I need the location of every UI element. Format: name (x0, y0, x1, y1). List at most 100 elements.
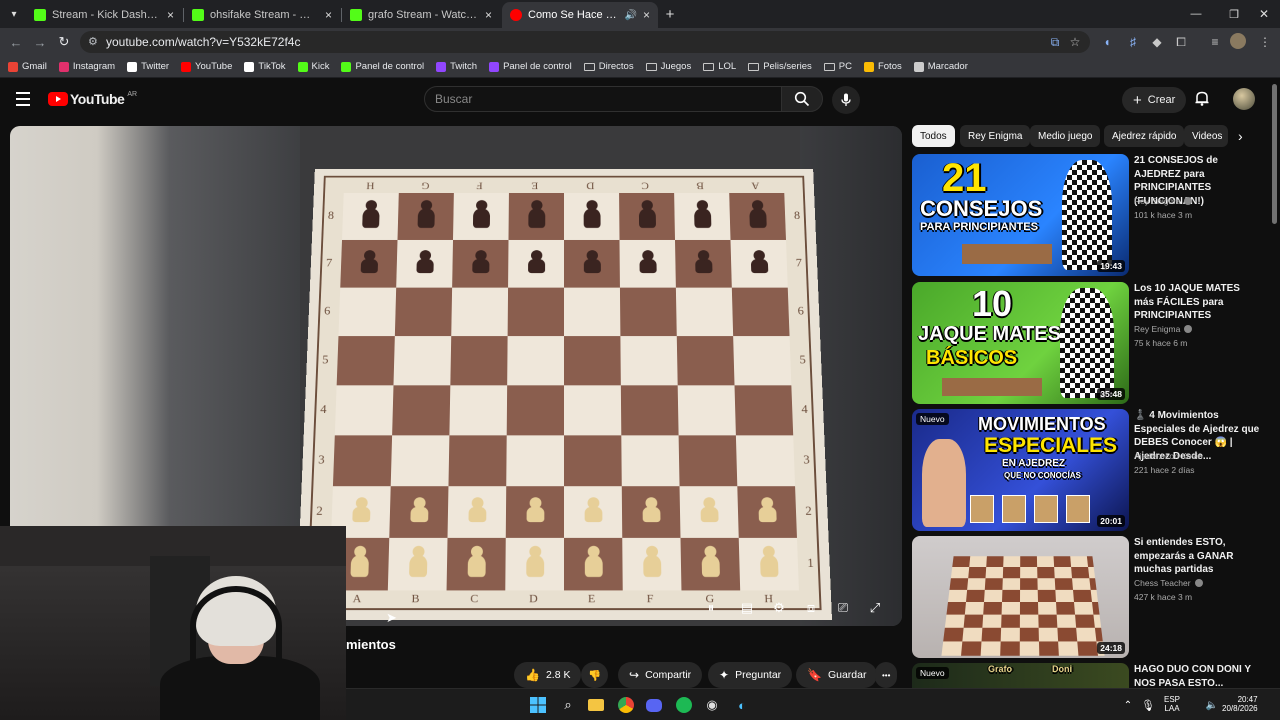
like-button[interactable]: 👍 2.8 K (514, 662, 582, 688)
pause-icon[interactable]: ⏸ (700, 600, 722, 616)
tab-search-icon[interactable]: ▾ (4, 4, 24, 24)
app-icon[interactable]: ◐ (732, 695, 752, 715)
more-actions-button[interactable]: ••• (875, 662, 898, 688)
new-tab-button[interactable]: + (660, 4, 680, 24)
chip-ajedrez-rapido[interactable]: Ajedrez rápido (1104, 125, 1185, 147)
subtitles-icon[interactable]: ▤ (736, 600, 758, 616)
more-menu-icon[interactable]: ⋮ (1256, 33, 1274, 51)
recommendation-item[interactable]: MOVIMIENTOS ESPECIALES EN AJEDREZ QUE NO… (912, 409, 1262, 531)
bookmark-star-icon[interactable]: ☆ (1066, 33, 1084, 51)
extension-voice-icon[interactable]: ◖ (1098, 33, 1116, 51)
extensions-puzzle-icon[interactable]: ⧠ (1172, 33, 1190, 51)
user-avatar[interactable] (1233, 88, 1255, 110)
forward-arrow-icon[interactable]: → (30, 32, 50, 52)
browser-tab-active-youtube[interactable]: Como Se Hace El Jaque Mate 🔊 × (502, 2, 658, 28)
save-button[interactable]: 🔖 Guardar (796, 662, 878, 688)
address-bar[interactable]: ⚙ youtube.com/watch?v=Y532kE72f4c (80, 31, 1090, 53)
chip-medio-juego[interactable]: Medio juego (1030, 125, 1101, 147)
recommendation-title[interactable]: Si entiendes ESTO, empezarás a GANAR muc… (1134, 536, 1262, 577)
browser-tab-kick-dashboard[interactable]: Stream - Kick Dashboard × (26, 2, 182, 28)
close-tab-icon[interactable]: × (167, 8, 174, 22)
keyboard-language[interactable]: ESP LAA (1164, 695, 1180, 713)
channel-name[interactable]: Ajedrez con Kevin (1134, 451, 1203, 461)
miniplayer-icon[interactable]: ⧈ (800, 600, 822, 616)
video-thumbnail[interactable]: 10 JAQUE MATES BÁSICOS 35:48 (912, 282, 1129, 404)
browser-tab-ohsifake[interactable]: ohsifake Stream - Watch Live on Kick × (184, 2, 340, 28)
channel-name[interactable]: Rey Enigma (1134, 324, 1193, 334)
spotify-icon[interactable] (674, 695, 694, 715)
cast-icon[interactable]: ⎚ (832, 600, 854, 616)
video-thumbnail[interactable]: 21 CONSEJOS PARA PRINCIPIANTES 19:43 (912, 154, 1129, 276)
chip-todos[interactable]: Todos (912, 125, 955, 147)
bookmark-item[interactable]: Twitch (436, 61, 477, 72)
bookmark-item[interactable]: Gmail (8, 61, 47, 72)
bookmark-item[interactable]: Marcador (913, 61, 968, 72)
recommendation-item[interactable]: 24:18 Si entiendes ESTO, empezarás a GAN… (912, 536, 1262, 658)
tray-chevron-icon[interactable]: ⌃ (1118, 695, 1138, 715)
browser-tab-grafo[interactable]: grafo Stream - Watch Live on Kick × (342, 2, 500, 28)
reload-icon[interactable]: ↻ (54, 32, 74, 52)
discord-icon[interactable] (644, 695, 664, 715)
bookmark-item[interactable]: Fotos (863, 61, 902, 72)
channel-name[interactable]: Rey Enigma (1134, 196, 1193, 206)
chrome-icon[interactable] (616, 695, 636, 715)
file-explorer-icon[interactable] (586, 695, 606, 715)
youtube-logo[interactable]: YouTube AR (48, 91, 137, 107)
microphone-tray-icon[interactable]: 🎙 (1138, 695, 1158, 715)
bookmark-item[interactable]: Panel de control (341, 61, 424, 72)
extension-translate-icon[interactable]: ♯ (1124, 33, 1142, 51)
recommendation-item[interactable]: 10 JAQUE MATES BÁSICOS 35:48 Los 10 JAQU… (912, 282, 1262, 404)
create-button[interactable]: + Crear (1122, 87, 1187, 113)
maximize-window-icon[interactable]: ❐ (1224, 4, 1244, 24)
bookmark-item[interactable]: Pelis/series (748, 61, 812, 72)
bookmark-item[interactable]: PC (823, 61, 852, 72)
bookmark-item[interactable]: Panel de control (489, 61, 572, 72)
page-scrollbar[interactable] (1272, 84, 1277, 224)
close-tab-icon[interactable]: × (325, 8, 332, 22)
share-button[interactable]: ↪ Compartir (618, 662, 703, 688)
dislike-button[interactable]: 👎 (581, 662, 609, 688)
windows-start-icon[interactable] (528, 695, 548, 715)
minimize-window-icon[interactable]: — (1186, 4, 1206, 24)
voice-search-button[interactable] (832, 86, 860, 114)
notifications-bell-icon[interactable] (1195, 90, 1209, 109)
bookmark-item[interactable]: TikTok (244, 61, 286, 72)
fullscreen-icon[interactable]: ⤢ (864, 600, 886, 616)
hamburger-menu-icon[interactable] (16, 92, 32, 106)
settings-gear-icon[interactable]: ⚙ (768, 600, 790, 616)
recommendation-title[interactable]: Los 10 JAQUE MATES más FÁCILES para PRIN… (1134, 282, 1262, 323)
channel-name[interactable]: Chess Teacher (1134, 578, 1203, 588)
video-thumbnail[interactable]: Nuevo Grafo Doni (912, 663, 1129, 688)
ask-button[interactable]: ✦ Preguntar (708, 662, 793, 688)
close-window-icon[interactable]: ✕ (1254, 4, 1274, 24)
recommendation-item[interactable]: 21 CONSEJOS PARA PRINCIPIANTES 19:43 21 … (912, 154, 1262, 276)
bookmark-item[interactable]: Juegos (645, 61, 691, 72)
close-tab-icon[interactable]: × (485, 8, 492, 22)
chips-next-chevron-icon[interactable]: › (1238, 128, 1243, 144)
bookmark-item[interactable]: YouTube (181, 61, 232, 72)
translate-icon[interactable]: ⧉ (1046, 33, 1064, 51)
recommendation-title[interactable]: HAGO DUO CON DONI Y NOS PASA ESTO... (1134, 663, 1262, 688)
bookmark-item[interactable]: Kick (297, 61, 329, 72)
back-arrow-icon[interactable]: ← (6, 32, 26, 52)
chip-rey-enigma[interactable]: Rey Enigma (960, 125, 1031, 147)
search-button[interactable] (781, 86, 823, 112)
obs-icon[interactable]: ◉ (702, 695, 722, 715)
close-tab-icon[interactable]: × (643, 8, 650, 22)
bookmark-item[interactable]: Instagram (58, 61, 115, 72)
extension-diamond-icon[interactable]: ◆ (1148, 33, 1166, 51)
speaker-icon[interactable]: 🔊 (625, 10, 637, 21)
site-info-icon[interactable]: ⚙ (88, 35, 98, 48)
search-input[interactable]: Buscar (424, 86, 782, 112)
reading-list-icon[interactable]: ≡ (1206, 33, 1224, 51)
bookmark-item[interactable]: LOL (703, 61, 736, 72)
profile-avatar[interactable] (1230, 33, 1246, 49)
video-thumbnail[interactable]: MOVIMIENTOS ESPECIALES EN AJEDREZ QUE NO… (912, 409, 1129, 531)
bookmark-item[interactable]: Directos (583, 61, 634, 72)
recommendation-item[interactable]: Nuevo Grafo Doni HAGO DUO CON DONI Y NOS… (912, 663, 1262, 688)
volume-icon[interactable]: 🔈 (1202, 695, 1222, 715)
chip-videos[interactable]: Videos (1184, 125, 1228, 147)
taskbar-search-icon[interactable]: ⌕ (558, 695, 578, 715)
video-thumbnail[interactable]: 24:18 (912, 536, 1129, 658)
system-clock[interactable]: 20:47 20/8/2026 (1222, 695, 1258, 713)
